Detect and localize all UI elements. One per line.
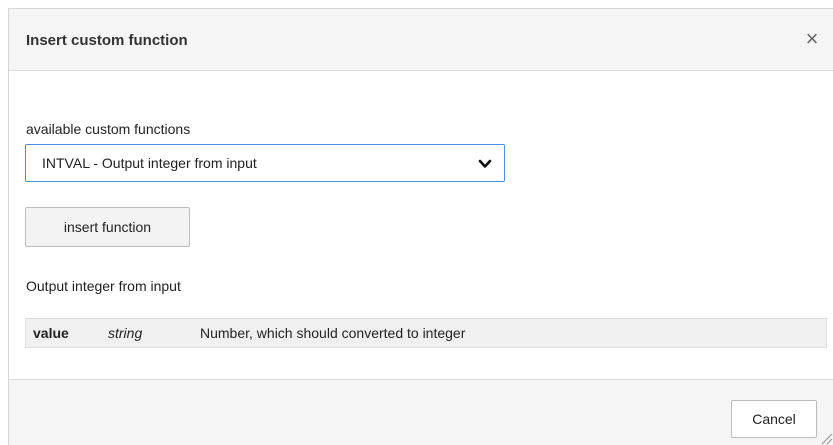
function-select[interactable]: INTVAL - Output integer from input [25,144,505,182]
function-select-label: available custom functions [26,121,191,137]
selected-function: INTVAL - Output integer from input [42,155,257,171]
parameter-description: Number, which should converted to intege… [200,325,466,341]
close-icon[interactable]: × [799,26,825,52]
dialog-titlebar: Insert custom function × [9,9,833,71]
dialog-title: Insert custom function [26,32,188,49]
resize-grip-icon[interactable] [819,431,833,445]
parameter-name: value [33,325,69,341]
cancel-button[interactable]: Cancel [731,400,817,438]
chevron-down-icon [478,159,492,168]
dialog-content: available custom functions INTVAL - Outp… [9,71,833,379]
parameter-row: value string Number, which should conver… [25,318,827,348]
function-description: Output integer from input [26,278,181,294]
insert-custom-function-dialog: Insert custom function × available custo… [8,8,833,445]
parameter-type: string [108,325,143,341]
insert-function-button[interactable]: insert function [25,207,190,247]
dialog-footer: Cancel [9,379,833,445]
